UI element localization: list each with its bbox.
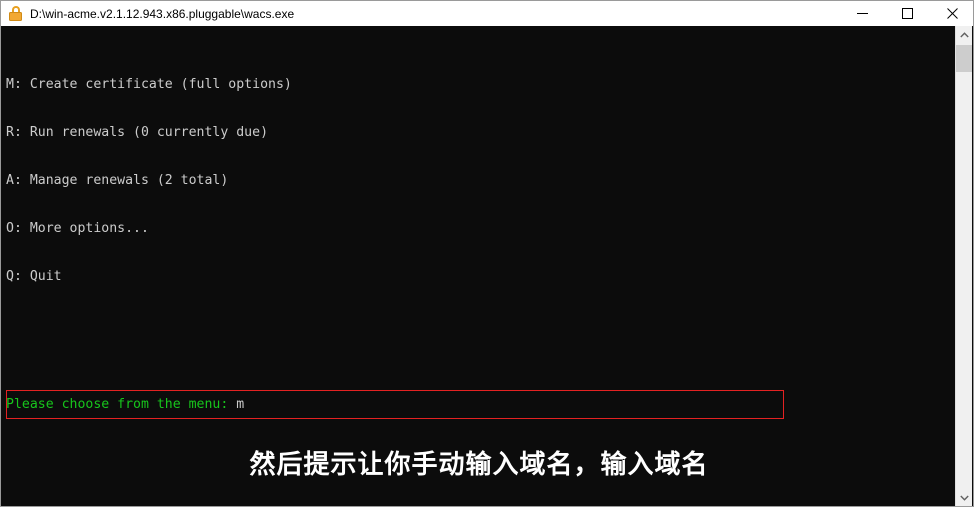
annotation-caption: 然后提示让你手动输入域名，输入域名 [249,450,709,480]
minimize-button[interactable] [840,1,885,26]
menu-item-manage-renewals[interactable]: A: Manage renewals (2 total) [6,173,957,189]
vertical-scrollbar[interactable] [955,26,972,506]
title-bar-left: D:\win-acme.v2.1.12.943.x86.pluggable\wa… [1,6,840,21]
menu-item-create-certificate[interactable]: M: Create certificate (full options) [6,77,957,93]
menu-prompt-answer: m [236,397,245,412]
menu-prompt-line: Please choose from the menu: m [6,397,957,413]
menu-item-more-options[interactable]: O: More options... [6,221,957,237]
terminal-output[interactable]: M: Create certificate (full options) R: … [2,26,957,506]
console-window: D:\win-acme.v2.1.12.943.x86.pluggable\wa… [0,0,974,507]
maximize-icon [902,8,913,19]
minimize-icon [857,13,868,14]
menu-prompt-label: Please choose from the menu: [6,397,237,412]
title-bar[interactable]: D:\win-acme.v2.1.12.943.x86.pluggable\wa… [1,1,973,26]
close-icon [947,8,958,19]
close-button[interactable] [930,1,973,26]
window-title: D:\win-acme.v2.1.12.943.x86.pluggable\wa… [30,6,295,21]
scrollbar-down-button[interactable] [956,489,972,506]
chevron-up-icon [959,31,969,37]
scrollbar-up-button[interactable] [956,26,972,43]
lock-icon [8,6,23,21]
window-controls [840,1,973,26]
maximize-button[interactable] [885,1,930,26]
menu-item-quit[interactable]: Q: Quit [6,269,957,285]
chevron-down-icon [959,495,969,501]
scrollbar-thumb[interactable] [956,45,972,72]
menu-item-run-renewals[interactable]: R: Run renewals (0 currently due) [6,125,957,141]
